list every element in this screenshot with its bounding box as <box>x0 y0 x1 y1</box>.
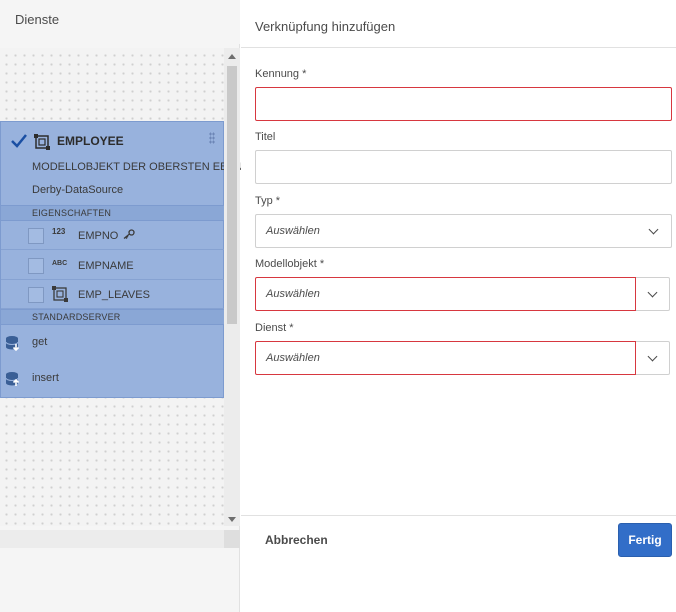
service-autocomplete[interactable]: Auswählen <box>255 341 636 375</box>
model-object-type-label: MODELLOBJEKT DER OBERSTEN EBENE <box>32 161 251 173</box>
services-section-label: STANDARDSERVER <box>32 312 121 322</box>
services-panel-title: Dienste <box>15 12 60 27</box>
scroll-up-arrow-icon[interactable] <box>228 54 236 59</box>
property-checkbox[interactable] <box>28 287 44 303</box>
title-input[interactable] <box>255 150 672 184</box>
property-checkbox[interactable] <box>28 228 44 244</box>
property-row[interactable]: EMP_LEAVES <box>1 280 225 309</box>
model-object-autocomplete[interactable]: Auswählen <box>255 277 636 311</box>
identifier-input[interactable] <box>255 87 672 121</box>
services-panel: Dienste EMPLOYEE MODELLOBJEKT DER OBERST… <box>0 0 250 612</box>
property-row[interactable]: ABC EMPNAME <box>1 251 225 280</box>
type-select-placeholder: Auswählen <box>266 225 320 237</box>
property-type-number-icon: 123 <box>52 227 66 236</box>
property-row[interactable]: 123 EMPNO <box>1 221 225 250</box>
chevron-down-icon <box>647 351 658 362</box>
scrollbar-thumb[interactable] <box>227 66 237 324</box>
chevron-down-icon <box>648 224 659 235</box>
cancel-button[interactable]: Abbrechen <box>255 526 345 554</box>
scroll-down-arrow-icon[interactable] <box>228 517 236 522</box>
drag-handle-icon[interactable] <box>209 132 215 144</box>
service-item-get[interactable]: get <box>1 326 225 360</box>
add-association-dialog: Verknüpfung hinzufügen Kennung * Titel T… <box>241 0 676 612</box>
done-button[interactable]: Fertig <box>618 523 672 557</box>
property-name: EMPNO <box>78 230 119 242</box>
data-source-label: Derby-DataSource <box>32 184 124 196</box>
services-section-header: STANDARDSERVER <box>1 309 225 325</box>
scrollbar-corner <box>224 530 240 548</box>
property-name: EMPNAME <box>78 260 134 272</box>
chevron-down-icon <box>647 287 658 298</box>
dialog-header-divider <box>241 47 676 48</box>
property-type-text-icon: ABC <box>52 260 68 267</box>
service-label: insert <box>32 372 59 384</box>
property-name: EMP_LEAVES <box>78 289 150 301</box>
service-label: get <box>32 336 48 348</box>
database-upload-icon <box>5 372 20 386</box>
model-object-name: EMPLOYEE <box>57 134 124 148</box>
model-object-dropdown-button[interactable] <box>636 277 670 311</box>
key-icon <box>123 229 135 239</box>
dialog-footer-divider <box>241 515 676 516</box>
property-checkbox[interactable] <box>28 258 44 274</box>
model-object-header[interactable]: EMPLOYEE <box>1 122 225 162</box>
type-select[interactable]: Auswählen <box>255 214 672 248</box>
entity-icon <box>34 134 50 150</box>
services-panel-header: Dienste <box>0 0 240 44</box>
properties-section-header: EIGENSCHAFTEN <box>1 205 225 221</box>
horizontal-scrollbar[interactable] <box>0 530 246 548</box>
service-label: Dienst * <box>255 322 294 334</box>
type-label: Typ * <box>255 195 281 207</box>
model-object-placeholder: Auswählen <box>266 288 320 300</box>
vertical-scrollbar[interactable] <box>224 48 240 526</box>
title-label: Titel <box>255 131 276 143</box>
service-placeholder: Auswählen <box>266 352 320 364</box>
entity-icon <box>52 286 68 302</box>
dialog-title: Verknüpfung hinzufügen <box>255 19 396 34</box>
checkmark-icon[interactable] <box>10 133 28 149</box>
database-download-icon <box>5 336 20 351</box>
identifier-label: Kennung * <box>255 68 307 80</box>
model-object-card[interactable]: EMPLOYEE MODELLOBJEKT DER OBERSTEN EBENE… <box>0 121 250 398</box>
model-object-label: Modellobjekt * <box>255 258 325 270</box>
properties-section-label: EIGENSCHAFTEN <box>32 208 112 218</box>
service-item-insert[interactable]: insert <box>1 362 225 396</box>
service-dropdown-button[interactable] <box>636 341 670 375</box>
